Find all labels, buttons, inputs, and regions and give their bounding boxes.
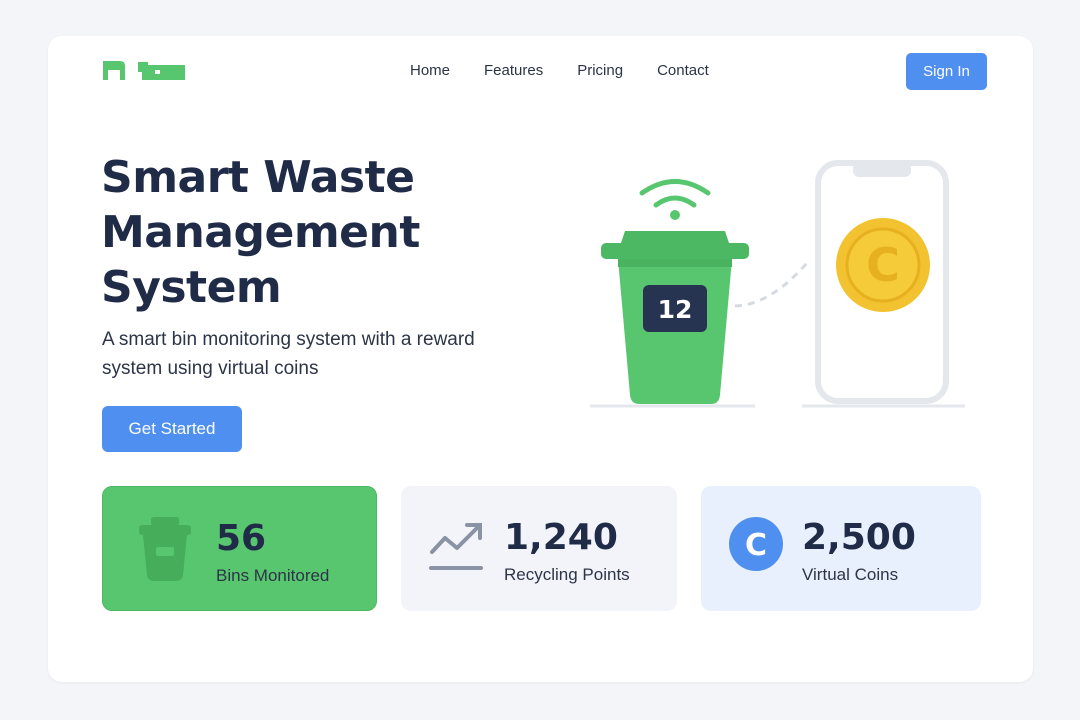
stat-value: 56	[216, 518, 267, 559]
nav-pricing[interactable]: Pricing	[577, 62, 623, 79]
stat-card-recycling: 1,240 Recycling Points	[401, 486, 677, 611]
nav-contact[interactable]: Contact	[657, 62, 709, 79]
wifi-icon	[639, 179, 711, 208]
trash-bin-icon	[139, 517, 191, 581]
nav-features[interactable]: Features	[484, 62, 543, 79]
coin-symbol: C	[866, 238, 900, 292]
stat-card-bins: 56 Bins Monitored	[102, 486, 377, 611]
coin-icon: C	[729, 517, 783, 571]
main-nav: Home Features Pricing Contact	[410, 62, 709, 79]
smart-bin-illustration: 12 C	[590, 160, 965, 408]
sign-in-button[interactable]: Sign In	[906, 53, 987, 90]
stat-card-coins: C 2,500 Virtual Coins	[701, 486, 981, 611]
get-started-button[interactable]: Get Started	[102, 406, 242, 452]
hero-title: Smart Waste Management System	[101, 152, 420, 313]
hero-subtitle: A smart bin monitoring system with a rew…	[102, 329, 475, 379]
nav-home[interactable]: Home	[410, 62, 450, 79]
stat-label: Virtual Coins	[802, 565, 899, 584]
stat-label: Bins Monitored	[216, 566, 330, 585]
stat-value: 2,500	[802, 517, 916, 558]
logo-icon[interactable]	[100, 58, 190, 84]
connection-line	[734, 262, 809, 308]
svg-text:C: C	[745, 528, 767, 563]
stat-label: Recycling Points	[504, 565, 630, 584]
bin-count: 12	[658, 295, 693, 324]
stat-value: 1,240	[504, 517, 618, 558]
wifi-dot	[670, 210, 680, 220]
trend-up-icon	[429, 523, 483, 570]
